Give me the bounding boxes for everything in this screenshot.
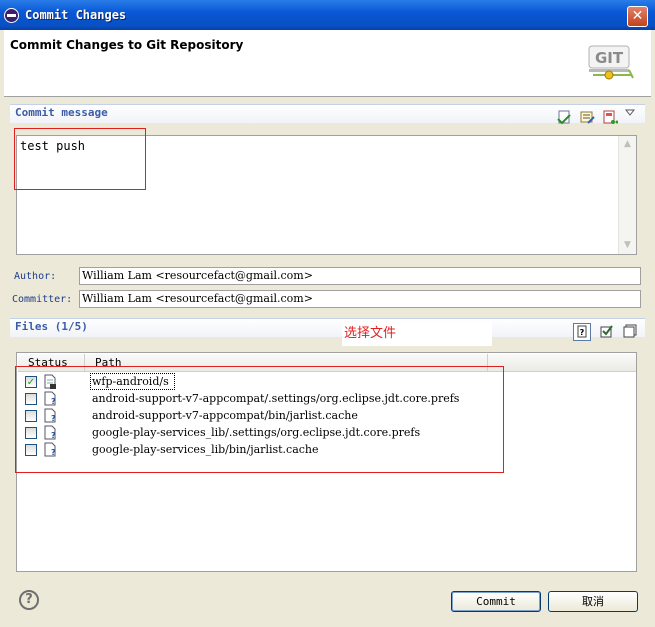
files-label: Files (1/5) <box>15 320 88 333</box>
committer-field[interactable]: William Lam <resourcefact@gmail.com> <box>79 290 641 308</box>
view-menu-icon[interactable] <box>624 107 636 119</box>
svg-text:?: ? <box>580 328 585 337</box>
scroll-up-icon[interactable]: ▲ <box>620 137 635 152</box>
eclipse-icon <box>4 8 19 23</box>
files-highlight-box <box>15 366 504 473</box>
add-signed-off-icon[interactable] <box>556 109 572 125</box>
cancel-button[interactable]: 取消 <box>548 591 638 612</box>
author-field[interactable]: William Lam <resourcefact@gmail.com> <box>79 267 641 285</box>
title-bar: Commit Changes ✕ <box>0 0 655 30</box>
commit-button[interactable]: Commit <box>451 591 541 612</box>
select-files-annotation: 选择文件 <box>342 322 492 346</box>
message-highlight-box <box>14 128 146 190</box>
banner-title: Commit Changes to Git Repository <box>10 38 244 52</box>
svg-text:GIT: GIT <box>595 49 624 67</box>
committer-label: Committer: <box>12 294 73 305</box>
compute-changeid-icon[interactable] <box>602 109 618 125</box>
author-label: Author: <box>14 271 57 282</box>
select-all-icon[interactable] <box>598 324 616 342</box>
help-icon[interactable]: ? <box>19 590 39 610</box>
window-title: Commit Changes <box>25 8 127 22</box>
scroll-down-icon[interactable]: ▼ <box>620 238 635 253</box>
dialog-banner: Commit Changes to Git Repository GIT <box>4 30 651 97</box>
close-button[interactable]: ✕ <box>627 6 648 27</box>
untracked-toggle-icon[interactable]: ? <box>573 323 591 341</box>
deselect-all-icon[interactable] <box>621 324 639 342</box>
git-logo-icon: GIT <box>588 45 634 80</box>
commit-message-label: Commit message <box>15 106 108 119</box>
commit-message-scrollbar[interactable]: ▲ ▼ <box>618 136 636 254</box>
amend-icon[interactable] <box>579 109 595 125</box>
files-section-bar <box>10 318 645 337</box>
column-header-filler <box>488 354 636 372</box>
